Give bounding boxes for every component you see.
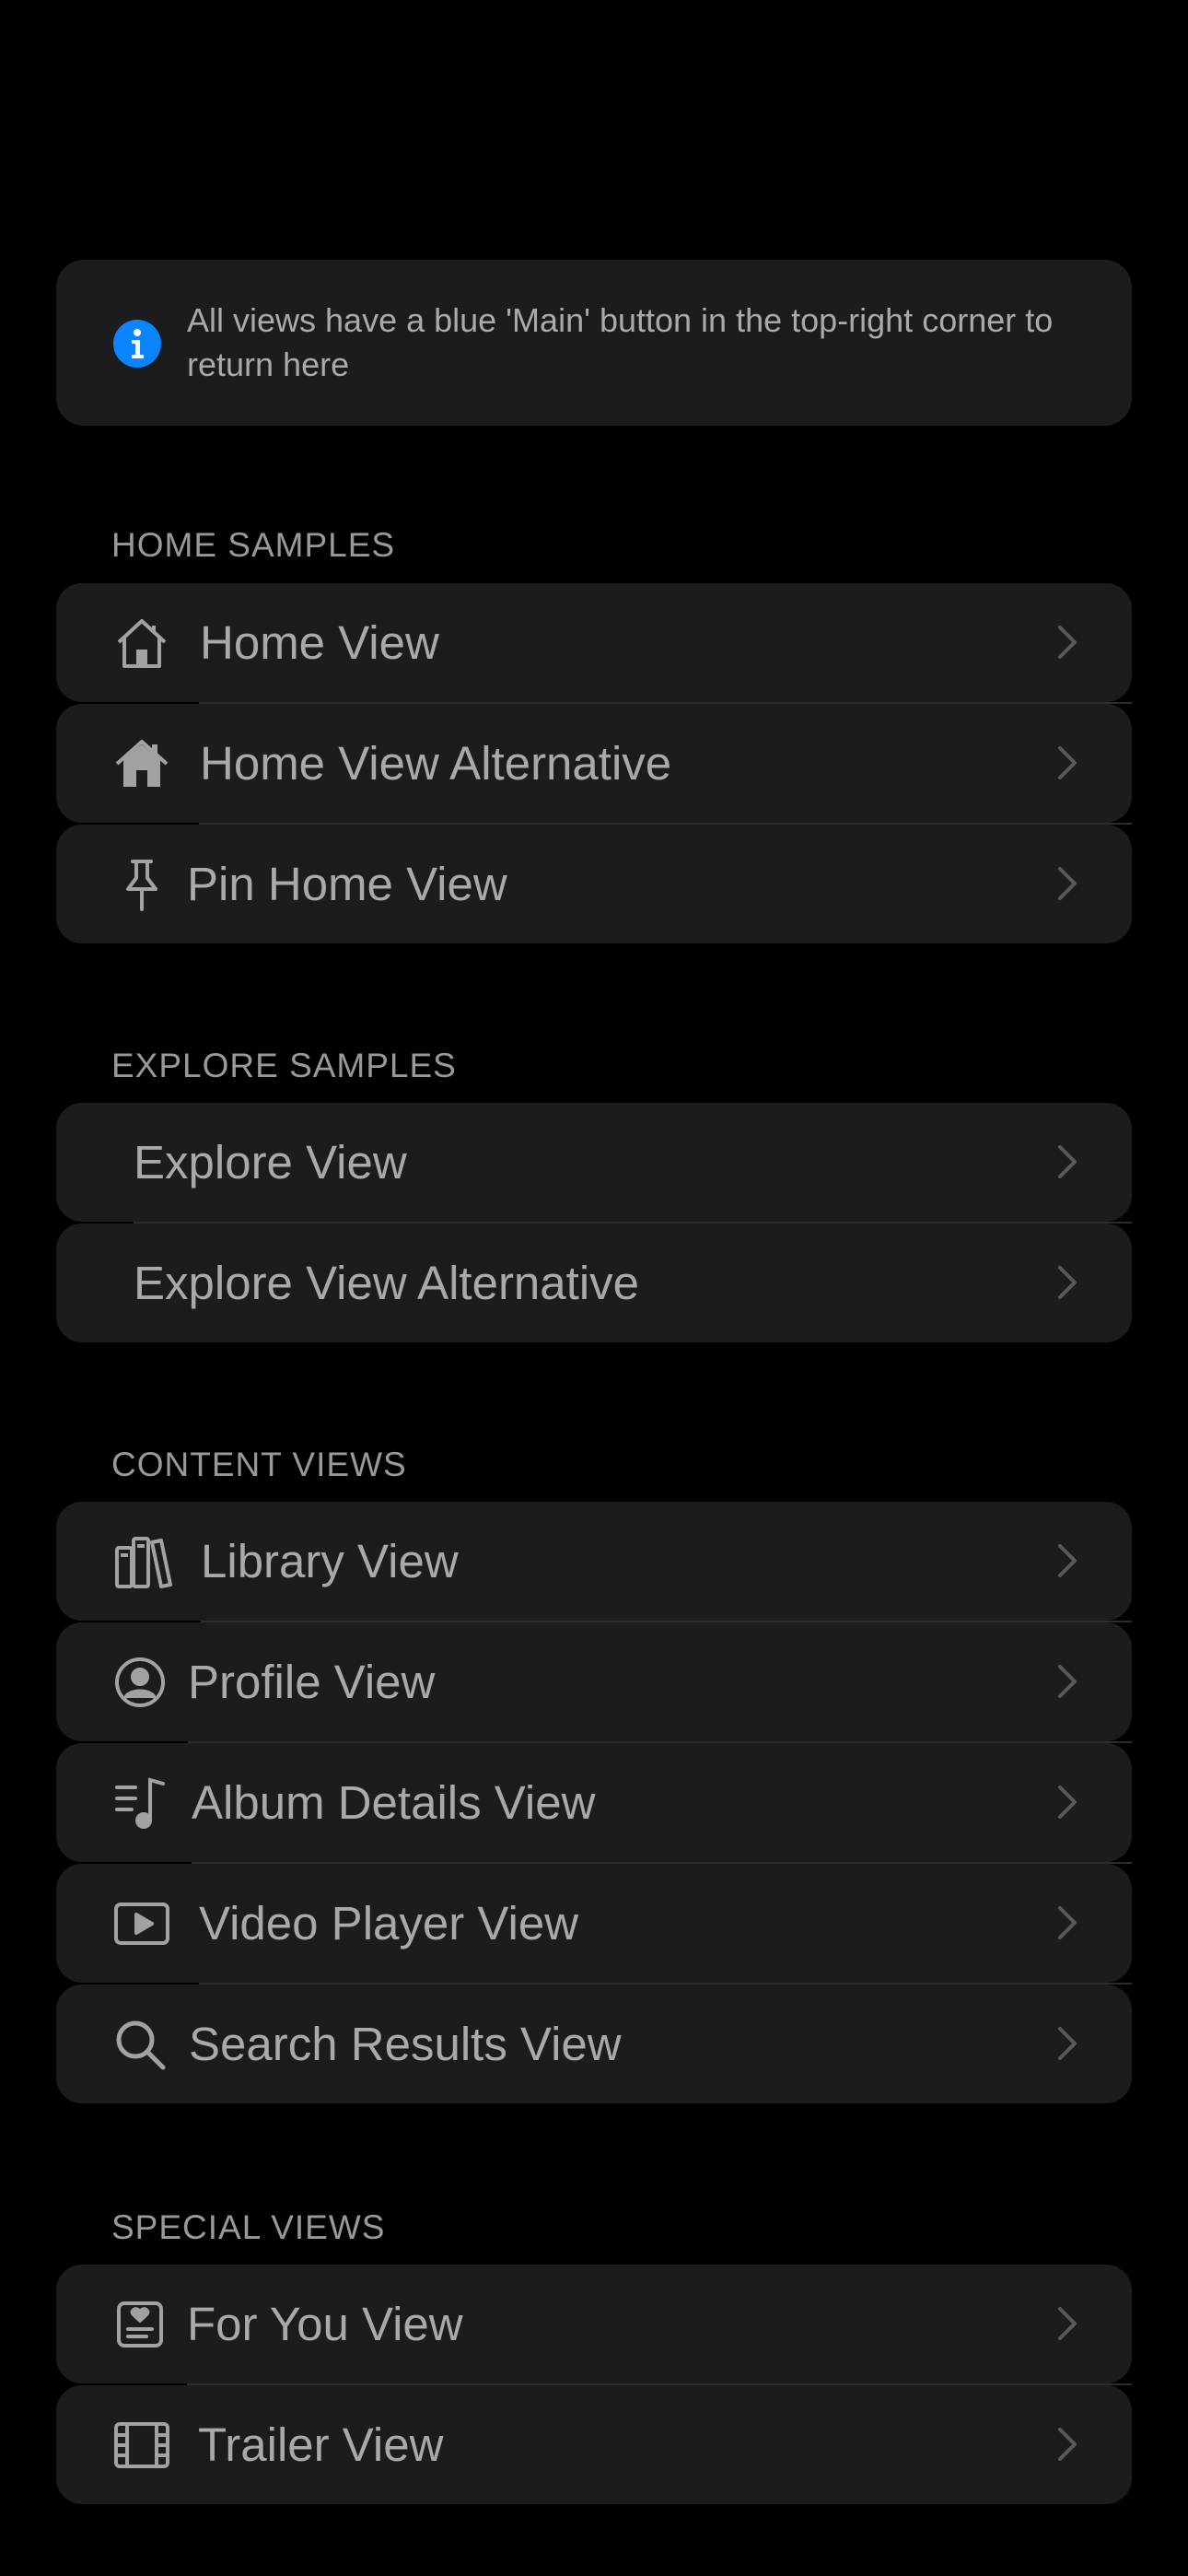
music-list-icon xyxy=(113,1774,170,1832)
row-label: Search Results View xyxy=(189,2018,622,2070)
row-label: Profile View xyxy=(188,1656,436,1708)
chevron-right-icon xyxy=(1058,2428,1077,2461)
section-header-home: HOME SAMPLES xyxy=(111,526,396,564)
house-filled-icon xyxy=(113,735,170,792)
row-label: For You View xyxy=(187,2298,463,2350)
chevron-right-icon xyxy=(1058,1266,1077,1299)
info-text: All views have a blue 'Main' button in t… xyxy=(187,301,1054,383)
chevron-right-icon xyxy=(1058,867,1077,900)
heart-text-square-icon xyxy=(111,2296,169,2353)
row-label: Explore View Alternative xyxy=(134,1257,640,1309)
row-label: Library View xyxy=(201,1535,459,1587)
row-library-view[interactable]: Library View xyxy=(56,1502,1132,1621)
person-circle-icon xyxy=(111,1654,169,1711)
row-trailer-view[interactable]: Trailer View xyxy=(56,2385,1132,2504)
row-label: Pin Home View xyxy=(187,858,507,910)
row-search-results-view[interactable]: Search Results View xyxy=(56,1985,1132,2103)
row-home-view-alternative[interactable]: Home View Alternative xyxy=(56,704,1132,823)
books-icon xyxy=(113,1533,174,1590)
row-label: Home View xyxy=(200,616,439,669)
row-album-details-view[interactable]: Album Details View xyxy=(56,1743,1132,1862)
row-pin-home-view[interactable]: Pin Home View xyxy=(56,825,1132,943)
chevron-right-icon xyxy=(1058,746,1077,779)
chevron-right-icon xyxy=(1058,1786,1077,1819)
section-header-content: CONTENT VIEWS xyxy=(111,1446,407,1483)
chevron-right-icon xyxy=(1058,2307,1077,2340)
row-label: Trailer View xyxy=(198,2418,444,2471)
row-explore-view[interactable]: Explore View xyxy=(56,1103,1132,1222)
info-banner: All views have a blue 'Main' button in t… xyxy=(56,260,1132,426)
pin-icon xyxy=(113,856,170,913)
row-label: Explore View xyxy=(134,1136,407,1188)
play-rectangle-icon xyxy=(113,1895,170,1952)
magnifying-glass-icon xyxy=(111,2016,169,2073)
row-for-you-view[interactable]: For You View xyxy=(56,2265,1132,2383)
film-icon xyxy=(113,2417,170,2474)
chevron-right-icon xyxy=(1058,1544,1077,1577)
section-header-explore: EXPLORE SAMPLES xyxy=(111,1047,457,1084)
row-explore-view-alternative[interactable]: Explore View Alternative xyxy=(56,1224,1132,1342)
chevron-right-icon xyxy=(1058,626,1077,659)
info-circle-icon xyxy=(113,320,161,368)
section-header-special: SPECIAL VIEWS xyxy=(111,2208,386,2246)
chevron-right-icon xyxy=(1058,1145,1077,1178)
chevron-right-icon xyxy=(1058,1665,1077,1698)
row-profile-view[interactable]: Profile View xyxy=(56,1622,1132,1741)
chevron-right-icon xyxy=(1058,2027,1077,2060)
row-label: Album Details View xyxy=(192,1776,596,1829)
row-home-view[interactable]: Home View xyxy=(56,583,1132,702)
house-outline-icon xyxy=(113,615,170,672)
chevron-right-icon xyxy=(1058,1906,1077,1939)
row-label: Video Player View xyxy=(199,1897,579,1950)
row-label: Home View Alternative xyxy=(200,737,672,790)
row-video-player-view[interactable]: Video Player View xyxy=(56,1864,1132,1983)
